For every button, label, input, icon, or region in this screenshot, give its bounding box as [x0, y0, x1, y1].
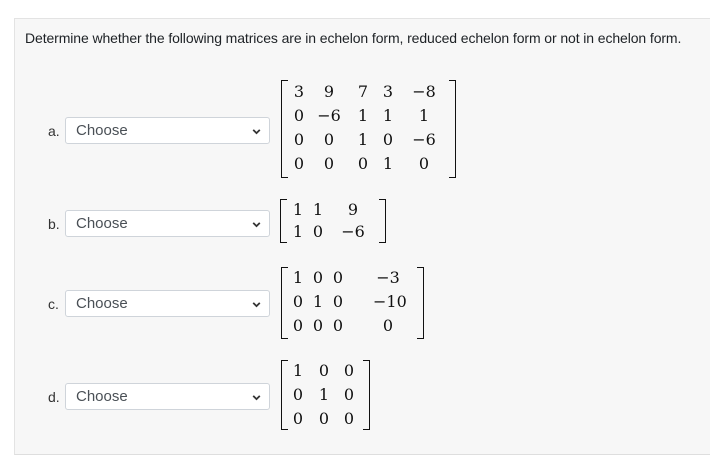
- matrix-cell: −6: [412, 130, 436, 149]
- matrix-a: 3 9 7 3 −8 0 −6 1 1 1 0 0 1 0 −6 0 0 0 1 0: [281, 80, 456, 178]
- answer-select-a[interactable]: Choose: [65, 117, 270, 144]
- matrix-cell: 0: [343, 361, 355, 380]
- chevron-down-icon: [252, 222, 261, 228]
- matrix-right-bracket: [379, 199, 386, 243]
- chevron-down-icon: [252, 129, 261, 135]
- matrix-cell: −6: [341, 222, 365, 241]
- chevron-down-icon: [252, 302, 261, 308]
- matrix-cell: 1: [382, 154, 394, 173]
- matrix-cell: 0: [382, 130, 394, 149]
- matrix-d: 100010000: [281, 360, 370, 430]
- matrix-cell: 0: [312, 222, 324, 241]
- matrix-cell: −6: [317, 106, 341, 125]
- select-value: Choose: [76, 295, 128, 312]
- matrix-cell: 1: [382, 106, 394, 125]
- answer-select-c[interactable]: Choose: [65, 290, 270, 317]
- matrix-cell: 0: [332, 292, 344, 311]
- select-value: Choose: [76, 122, 128, 139]
- matrix-cell: 3: [382, 82, 394, 101]
- matrix-cell: 0: [343, 385, 355, 404]
- matrix-cell: −8: [412, 82, 436, 101]
- matrix-cell: 0: [323, 130, 335, 149]
- question-box: Determine whether the following matrices…: [14, 18, 710, 455]
- matrix-cell: 0: [293, 130, 305, 149]
- matrix-cell: 0: [323, 154, 335, 173]
- matrix-cell: −3: [376, 268, 400, 287]
- item-label-d: d.: [48, 389, 60, 405]
- matrix-cell: −10: [373, 292, 407, 311]
- matrix-cell: 0: [418, 154, 430, 173]
- matrix-cell: 3: [293, 82, 305, 101]
- answer-select-d[interactable]: Choose: [65, 383, 270, 410]
- matrix-right-bracket: [417, 267, 424, 339]
- matrix-right-bracket: [449, 80, 456, 178]
- matrix-cell: 0: [343, 409, 355, 428]
- select-value: Choose: [76, 215, 128, 232]
- matrix-right-bracket: [363, 360, 370, 430]
- item-label-a: a.: [48, 123, 60, 139]
- item-label-b: b.: [48, 216, 60, 232]
- chevron-down-icon: [252, 395, 261, 401]
- matrix-c: 1 0 0 −3 0 1 0 −10 0 0 0 0: [281, 267, 424, 339]
- matrix-cell: 0: [332, 316, 344, 335]
- matrix-cell: 0: [382, 316, 394, 335]
- matrix-cell: 0: [293, 106, 305, 125]
- matrix-cell: 1: [418, 106, 430, 125]
- question-prompt: Determine whether the following matrices…: [25, 30, 682, 46]
- select-value: Choose: [76, 388, 128, 405]
- matrix-cell: 0: [293, 154, 305, 173]
- matrix-b: 1 1 9 1 0 −6: [280, 199, 386, 243]
- matrix-cell: 0: [332, 268, 344, 287]
- matrix-cell: 9: [347, 200, 359, 219]
- matrix-cell: 9: [323, 82, 335, 101]
- item-label-c: c.: [48, 296, 59, 312]
- matrix-cell: 1: [312, 200, 324, 219]
- answer-select-b[interactable]: Choose: [65, 210, 270, 237]
